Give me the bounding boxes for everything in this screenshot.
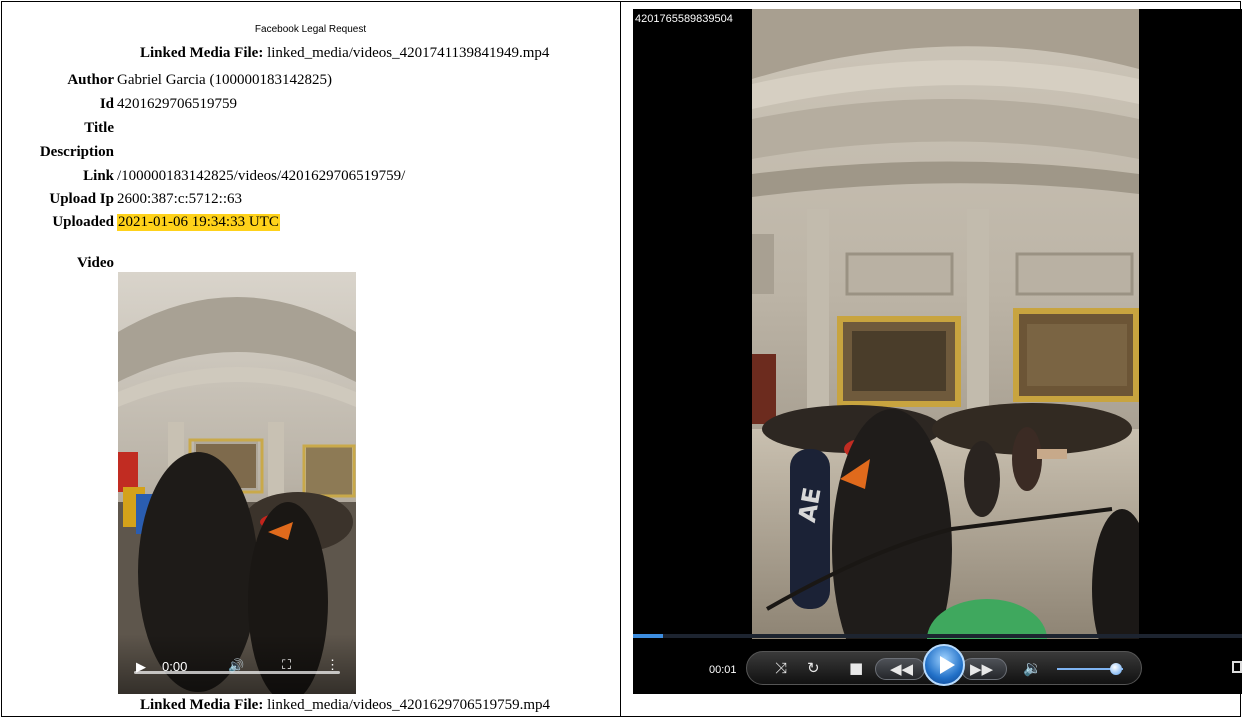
repeat-icon[interactable]: ↻ [807,659,820,677]
previous-button[interactable]: ◀◀ [875,658,925,680]
player-file-id: 4201765589839504 [635,13,733,25]
legal-request-document: Facebook Legal Request Linked Media File… [2,2,619,716]
seek-bar[interactable] [633,634,1242,638]
embedded-video-player[interactable]: ▶ 0:00 🔊 ⛶ ⋮ [118,272,356,694]
volume-icon[interactable]: 🔉 [1023,659,1042,677]
stop-icon[interactable]: ■ [849,659,863,677]
play-icon [940,656,955,674]
field-author: Author Gabriel Garcia (100000183142825) [2,72,619,94]
video-progress-bar[interactable] [134,671,340,674]
rotunda-video-frame [118,272,356,694]
linked-media-value: linked_media/videos_4201629706519759.mp4 [267,697,550,713]
previous-icon: ◀◀ [890,660,914,678]
field-upload-ip: Upload Ip 2600:387:c:5712::63 [2,191,619,213]
player-control-bar: 00:01 ⤨ ↻ ■ ◀◀ ▶▶ 🔉 [633,639,1242,694]
player-video-frame[interactable]: AE [752,9,1139,639]
linked-media-file-bottom: Linked Media File: linked_media/videos_4… [140,697,550,714]
document-header: Facebook Legal Request [254,24,367,35]
media-player: AE 4201765589839504 00:01 ⤨ ↻ ■ ◀◀ ▶▶ 🔉 [633,9,1242,694]
linked-media-label: Linked Media File: [140,45,264,61]
field-label: Id [99,96,114,112]
field-value: Gabriel Garcia (100000183142825) [117,72,332,88]
field-label: Uploaded [52,214,114,230]
shuffle-icon[interactable]: ⤨ [775,659,787,677]
field-value: /100000183142825/videos/4201629706519759… [117,168,406,184]
linked-media-label: Linked Media File: [140,697,264,713]
field-description: Description [2,144,619,166]
field-link: Link /100000183142825/videos/42016297065… [2,168,619,190]
next-button[interactable]: ▶▶ [961,658,1007,680]
video-controls: ▶ 0:00 🔊 ⛶ ⋮ [118,634,356,694]
field-value: 2600:387:c:5712::63 [117,191,242,207]
linked-media-value: linked_media/videos_4201741139841949.mp4 [267,45,550,61]
field-uploaded: Uploaded 2021-01-06 19:34:33 UTC [2,214,619,236]
rotunda-scene: AE [752,9,1139,639]
field-label: Video [77,255,114,271]
field-label: Upload Ip [49,191,114,207]
panel-divider [620,1,621,717]
fullscreen-icon[interactable] [1232,661,1242,673]
field-value: 4201629706519759 [117,96,237,112]
linked-media-file-top: Linked Media File: linked_media/videos_4… [140,45,549,62]
play-button[interactable] [923,644,965,686]
field-title: Title [2,120,619,142]
player-time: 00:01 [709,664,737,676]
seek-bar-fill [633,634,664,638]
volume-slider-knob[interactable] [1110,663,1123,675]
svg-text:AE: AE [793,485,827,524]
next-icon: ▶▶ [970,660,994,678]
field-label: Author [67,72,114,88]
field-label: Description [39,144,114,160]
uploaded-timestamp-highlight: 2021-01-06 19:34:33 UTC [117,214,280,231]
field-id: Id 4201629706519759 [2,96,619,118]
field-label: Link [83,168,114,184]
field-label: Title [84,120,114,136]
